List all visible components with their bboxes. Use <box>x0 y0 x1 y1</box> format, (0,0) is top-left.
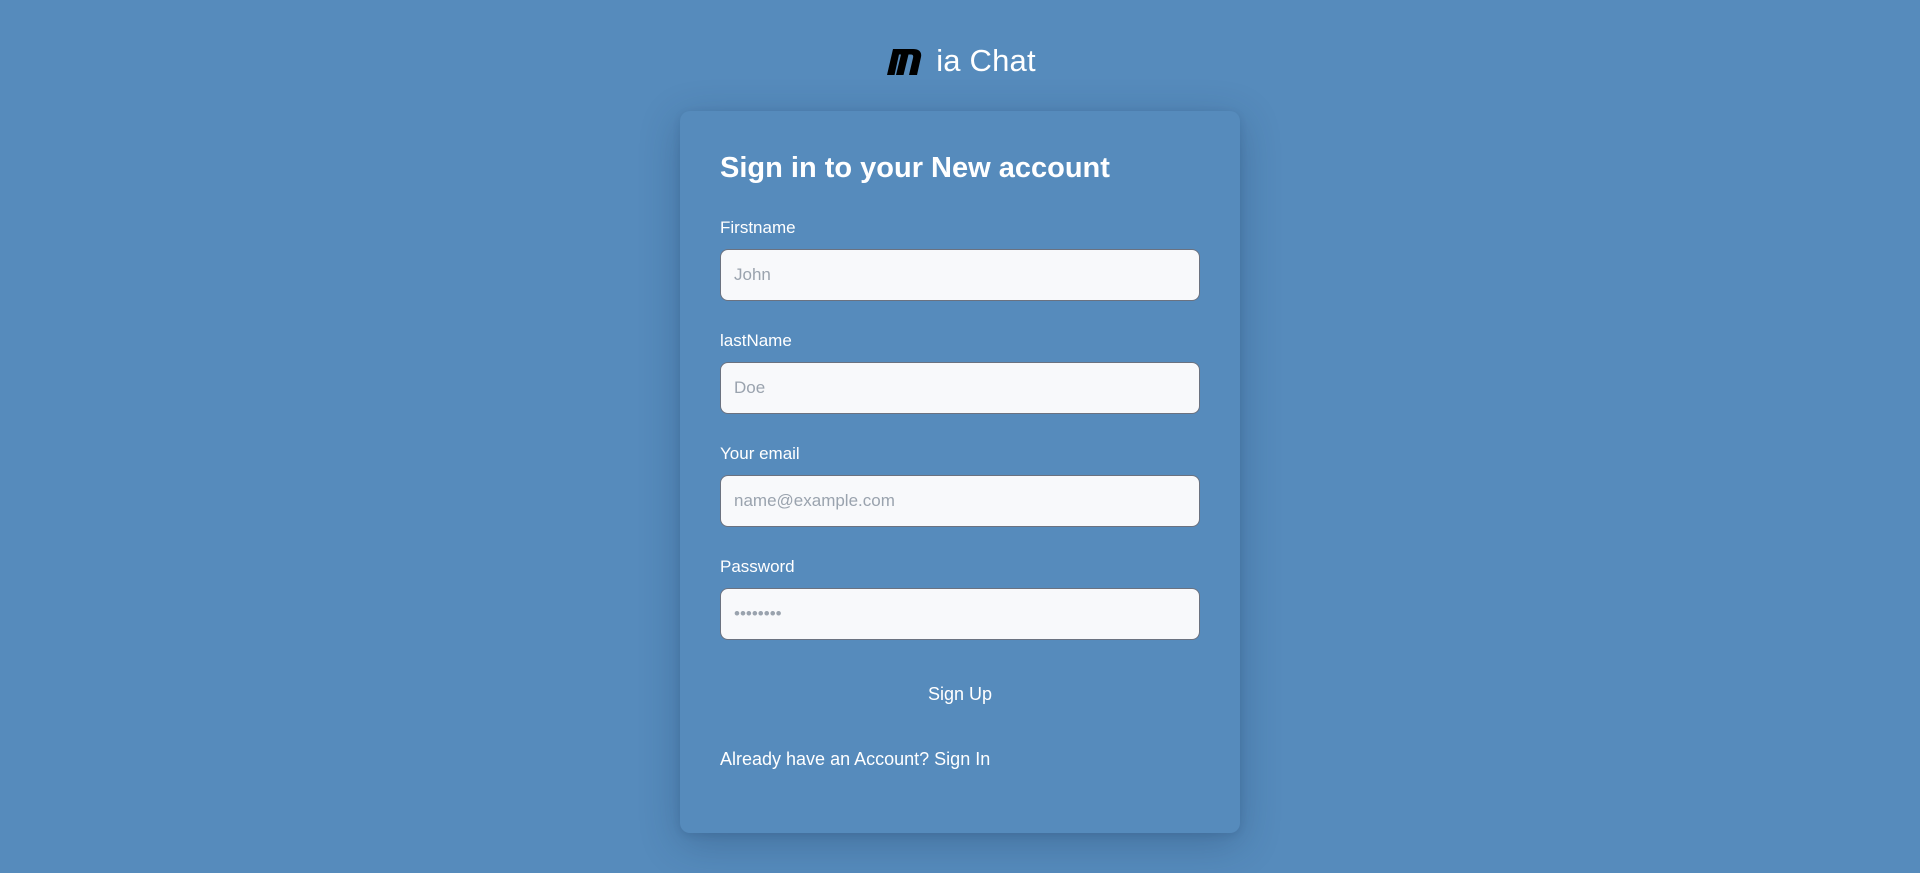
password-field-group: Password <box>720 557 1200 640</box>
firstname-field-group: Firstname <box>720 218 1200 301</box>
sign-up-button[interactable]: Sign Up <box>916 678 1004 711</box>
email-label: Your email <box>720 443 800 463</box>
sign-in-link[interactable]: Sign In <box>934 749 990 769</box>
password-label: Password <box>720 556 795 576</box>
form-title: Sign in to your New account <box>720 152 1110 184</box>
signup-page: ia Chat Sign in to your New account Firs… <box>0 0 1920 873</box>
brand-header: ia Chat <box>0 40 1920 82</box>
email-field-group: Your email <box>720 444 1200 527</box>
lastname-input[interactable] <box>720 361 1200 414</box>
lastname-label: lastName <box>720 330 792 350</box>
signup-card: Sign in to your New account Firstname la… <box>680 111 1240 833</box>
m-logo-icon <box>884 45 926 77</box>
firstname-input[interactable] <box>720 248 1200 301</box>
lastname-field-group: lastName <box>720 331 1200 414</box>
email-input[interactable] <box>720 474 1200 527</box>
brand-name: ia Chat <box>936 43 1036 78</box>
signin-prompt: Already have an Account? Sign In <box>720 749 1200 770</box>
firstname-label: Firstname <box>720 217 796 237</box>
password-input[interactable] <box>720 587 1200 640</box>
signin-prompt-text: Already have an Account? <box>720 748 930 769</box>
submit-wrapper: Sign Up <box>720 678 1200 711</box>
